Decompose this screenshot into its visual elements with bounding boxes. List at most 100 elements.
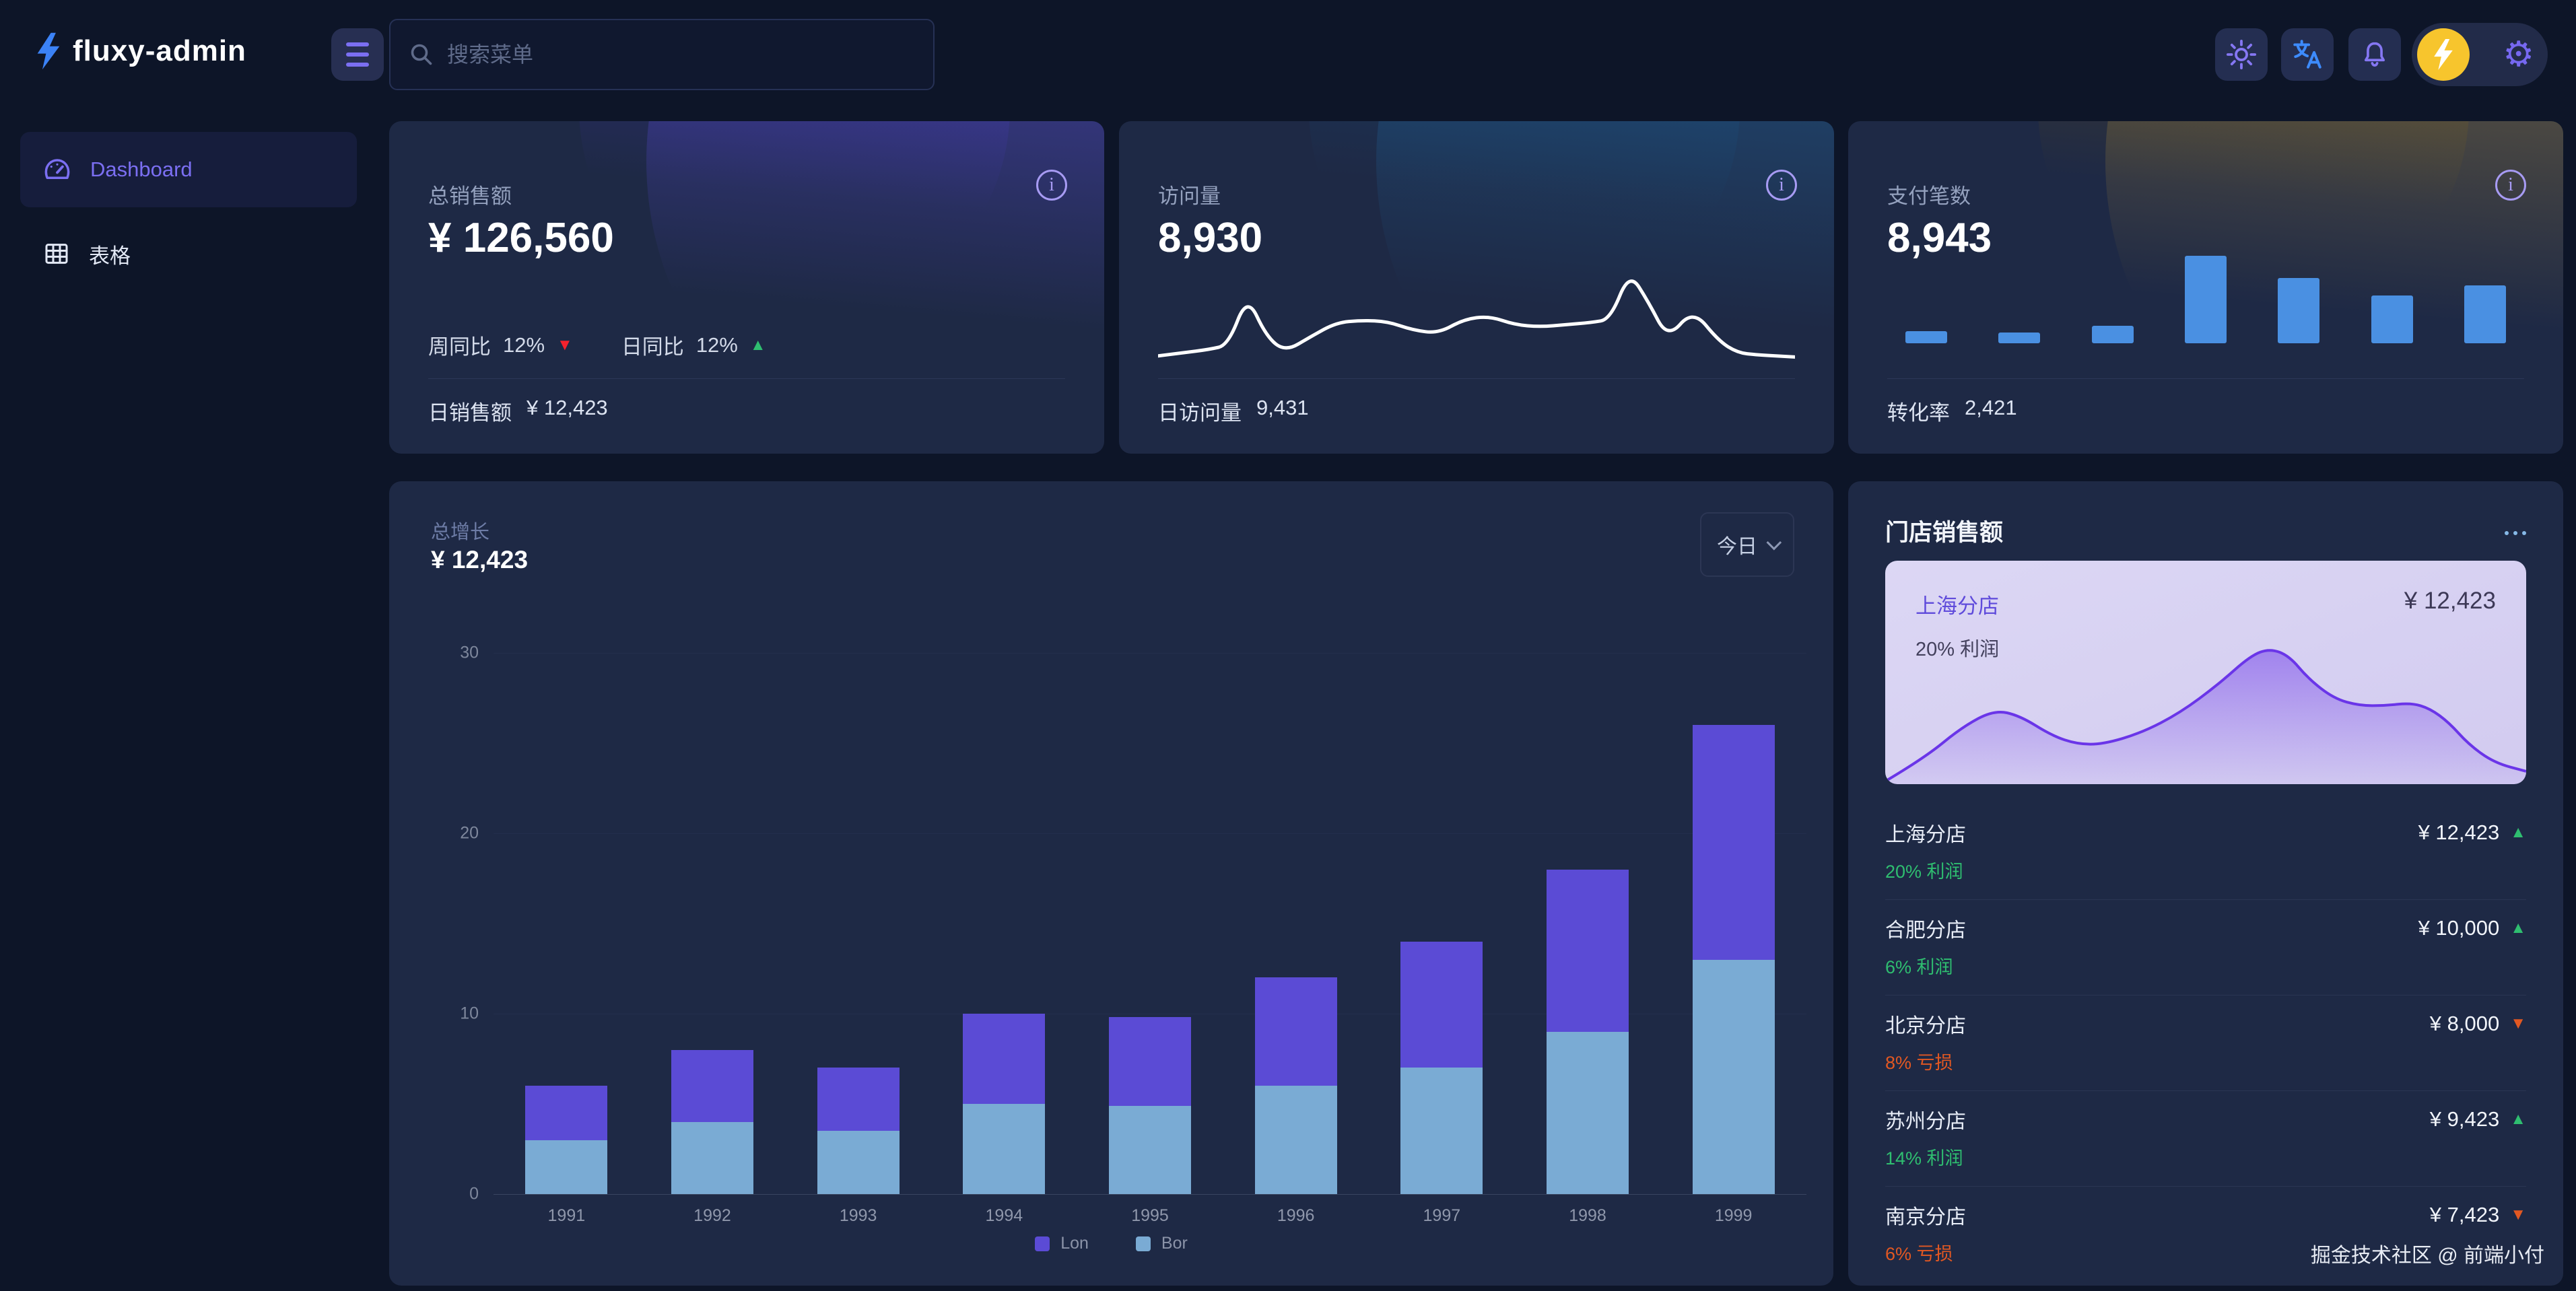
week-trend: 周同比12% ▼ bbox=[428, 330, 573, 360]
store-list: 上海分店¥ 12,423▲20% 利润合肥分店¥ 10,000▲6% 利润北京分… bbox=[1885, 804, 2526, 1282]
menu-search bbox=[389, 19, 935, 90]
bar-segment-lon bbox=[1400, 942, 1483, 1068]
stat-footer: 日销售额¥ 12,423 bbox=[428, 396, 608, 426]
trend-down-icon: ▼ bbox=[557, 336, 573, 355]
settings-gear-icon[interactable]: ⚙ bbox=[2503, 37, 2534, 72]
x-axis-label: 1994 bbox=[986, 1206, 1023, 1226]
theme-toggle-button[interactable] bbox=[2215, 28, 2268, 81]
legend-label: Bor bbox=[1161, 1234, 1188, 1253]
store-name: 上海分店 bbox=[1885, 818, 1966, 847]
store-row[interactable]: 北京分店¥ 8,000▼8% 亏损 bbox=[1885, 996, 2526, 1091]
gauge-icon bbox=[43, 155, 71, 184]
trend-up-icon: ▲ bbox=[750, 336, 766, 355]
info-icon[interactable]: i bbox=[1036, 170, 1067, 201]
payments-minibar-chart bbox=[1905, 256, 2506, 343]
store-value: ¥ 10,000▲ bbox=[2418, 916, 2526, 940]
sidebar-item-table[interactable]: 表格 bbox=[20, 223, 357, 284]
mini-bar bbox=[1998, 333, 2040, 343]
divider bbox=[428, 378, 1065, 379]
bar-segment-bor bbox=[525, 1140, 607, 1194]
legend-swatch bbox=[1136, 1236, 1151, 1251]
date-range-dropdown[interactable]: 今日 bbox=[1700, 512, 1794, 577]
featured-store-name: 上海分店 bbox=[1916, 589, 1999, 619]
stat-title: 访问量 bbox=[1158, 179, 1221, 209]
store-sales-card: 门店销售额 上海分店 ¥ 12,423 20% 利润 上海分店¥ 12,423▲… bbox=[1848, 481, 2563, 1286]
store-name: 合肥分店 bbox=[1885, 913, 1966, 943]
bar-segment-bor bbox=[817, 1131, 900, 1194]
featured-store-value: ¥ 12,423 bbox=[2404, 588, 2496, 615]
store-value: ¥ 9,423▲ bbox=[2430, 1107, 2526, 1131]
store-name: 南京分店 bbox=[1885, 1200, 1966, 1230]
bar-segment-bor bbox=[1255, 1086, 1337, 1194]
gridline bbox=[494, 1194, 1806, 1195]
x-axis-label: 1999 bbox=[1715, 1206, 1753, 1226]
x-axis-label: 1992 bbox=[693, 1206, 731, 1226]
lightning-logo-icon bbox=[35, 32, 62, 70]
trend-up-icon: ▲ bbox=[2510, 823, 2526, 842]
store-row[interactable]: 上海分店¥ 12,423▲20% 利润 bbox=[1885, 804, 2526, 900]
avatar bbox=[2417, 28, 2470, 81]
bar-segment-bor bbox=[1693, 960, 1775, 1194]
y-axis-label: 0 bbox=[441, 1185, 479, 1204]
bar-group bbox=[525, 653, 607, 1194]
bar-segment-lon bbox=[1109, 1017, 1191, 1105]
chart-legend: Lon Bor bbox=[389, 1234, 1833, 1253]
notifications-button[interactable] bbox=[2348, 28, 2401, 81]
visits-card: 访问量 i 8,930 日访问量9,431 bbox=[1119, 121, 1834, 454]
x-axis-label: 1998 bbox=[1569, 1206, 1606, 1226]
bar-segment-bor bbox=[1547, 1032, 1629, 1194]
dashboard-page: fluxy-admin bbox=[0, 0, 2576, 1291]
card-decoration bbox=[646, 121, 1104, 454]
sun-icon bbox=[2226, 39, 2257, 70]
stat-value: ¥ 126,560 bbox=[428, 214, 614, 262]
featured-store-card: 上海分店 ¥ 12,423 20% 利润 bbox=[1885, 561, 2526, 784]
card-decoration bbox=[579, 121, 1010, 323]
bar-group bbox=[1109, 653, 1191, 1194]
sidebar-item-label: Dashboard bbox=[90, 158, 193, 182]
more-icon[interactable] bbox=[2505, 527, 2526, 535]
sidebar-item-dashboard[interactable]: Dashboard bbox=[20, 132, 357, 207]
info-icon[interactable]: i bbox=[1766, 170, 1797, 201]
bar-segment-lon bbox=[817, 1068, 900, 1131]
bar-group bbox=[1255, 653, 1337, 1194]
y-axis-label: 30 bbox=[441, 643, 479, 663]
app-logo: fluxy-admin bbox=[35, 32, 246, 70]
bar-segment-lon bbox=[1547, 870, 1629, 1032]
featured-area-chart bbox=[1885, 641, 2526, 784]
y-axis-label: 10 bbox=[441, 1004, 479, 1023]
bar-segment-lon bbox=[1255, 977, 1337, 1086]
bar-group bbox=[1547, 653, 1629, 1194]
divider bbox=[1158, 378, 1795, 379]
user-menu[interactable]: ⚙ bbox=[2412, 23, 2548, 86]
legend-label: Lon bbox=[1060, 1234, 1089, 1253]
stacked-bar-chart: 0102030199119921993199419951996199719981… bbox=[494, 653, 1806, 1194]
search-icon bbox=[409, 42, 434, 67]
hamburger-icon bbox=[346, 42, 369, 67]
mini-bar bbox=[2185, 256, 2227, 343]
info-icon[interactable]: i bbox=[2495, 170, 2526, 201]
stat-footer: 日访问量9,431 bbox=[1158, 396, 1309, 426]
legend-item-lon[interactable]: Lon bbox=[1035, 1234, 1089, 1253]
store-sales-title: 门店销售额 bbox=[1885, 514, 2003, 548]
trend-up-icon: ▲ bbox=[2510, 1110, 2526, 1129]
trend-down-icon: ▼ bbox=[2510, 1206, 2526, 1224]
bar-segment-lon bbox=[1693, 725, 1775, 959]
store-row[interactable]: 合肥分店¥ 10,000▲6% 利润 bbox=[1885, 900, 2526, 996]
chevron-down-icon bbox=[1767, 535, 1782, 551]
x-axis-label: 1996 bbox=[1277, 1206, 1315, 1226]
legend-item-bor[interactable]: Bor bbox=[1136, 1234, 1188, 1253]
search-input[interactable] bbox=[447, 42, 914, 67]
language-switch-button[interactable] bbox=[2281, 28, 2334, 81]
divider bbox=[1887, 378, 2524, 379]
store-name: 苏州分店 bbox=[1885, 1105, 1966, 1134]
bar-group bbox=[963, 653, 1045, 1194]
watermark: 掘金技术社区 @ 前端小付 bbox=[2311, 1238, 2544, 1268]
growth-chart-card: 总增长 ¥ 12,423 今日 010203019911992199319941… bbox=[389, 481, 1833, 1286]
growth-value: ¥ 12,423 bbox=[431, 546, 528, 574]
payments-card: 支付笔数 i 8,943 转化率2,421 bbox=[1848, 121, 2563, 454]
bar-segment-bor bbox=[963, 1104, 1045, 1194]
sidebar-toggle-button[interactable] bbox=[331, 28, 384, 81]
stat-value: 8,930 bbox=[1158, 214, 1262, 262]
store-row[interactable]: 苏州分店¥ 9,423▲14% 利润 bbox=[1885, 1091, 2526, 1187]
avatar-lightning-icon bbox=[2432, 39, 2455, 70]
